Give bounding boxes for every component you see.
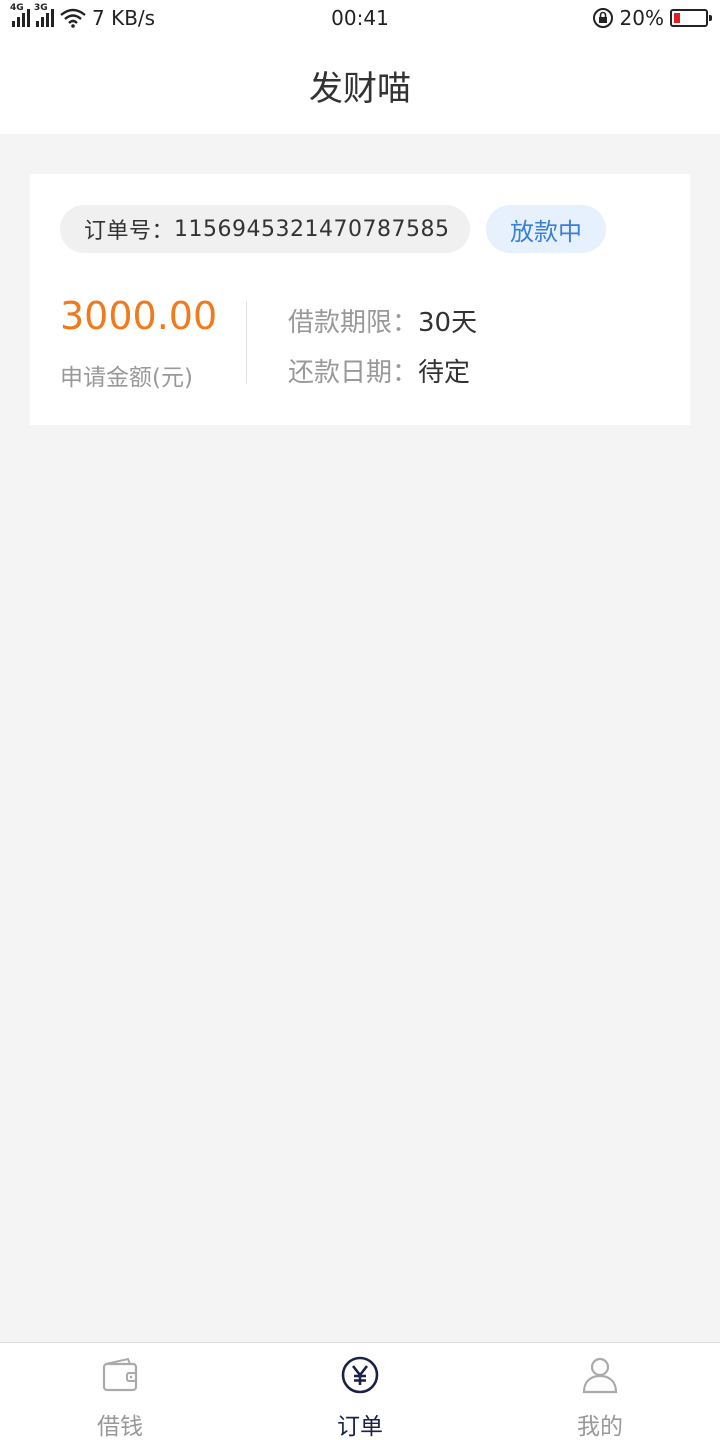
page-title: 发财喵 [309, 68, 411, 109]
order-number-pill: 订单号： 1156945321470787585 [60, 205, 470, 253]
app-header: 发财喵 [0, 36, 720, 134]
status-right: 20% [592, 6, 712, 30]
signal-3g-icon: 3G [34, 3, 54, 27]
loan-amount-label: 申请金额(元) [60, 365, 193, 391]
tab-borrow-label: 借钱 [97, 1414, 143, 1440]
vertical-divider [246, 301, 247, 383]
loan-term-value: 30天 [418, 308, 478, 338]
status-bar: 4G 3G 7 KB/s 00:41 20% [0, 0, 720, 36]
tab-orders-label: 订单 [337, 1414, 383, 1440]
tab-borrow[interactable]: 借钱 [0, 1343, 240, 1440]
wifi-icon [60, 8, 86, 28]
signal-4g-icon: 4G [10, 3, 30, 27]
tab-mine[interactable]: 我的 [480, 1343, 720, 1440]
rotation-lock-icon [592, 8, 613, 28]
repay-date-value: 待定 [418, 358, 471, 388]
repay-date-label: 还款日期： [288, 358, 419, 388]
bottom-tab-bar: 借钱 订单 我的 [0, 1342, 720, 1440]
order-card[interactable]: 订单号： 1156945321470787585 放款中 3000.00 申请金… [30, 174, 690, 425]
status-left: 4G 3G 7 KB/s [10, 3, 156, 30]
loan-term-label: 借款期限： [288, 308, 419, 338]
order-number-label: 订单号： [84, 219, 175, 244]
tab-orders[interactable]: 订单 [240, 1343, 480, 1440]
wallet-icon [99, 1355, 141, 1395]
loan-amount: 3000.00 [60, 294, 218, 338]
battery-icon [670, 9, 712, 27]
yen-circle-icon [339, 1355, 381, 1395]
network-speed: 7 KB/s [92, 6, 156, 30]
person-icon [579, 1355, 621, 1395]
status-badge: 放款中 [486, 205, 606, 253]
battery-percent: 20% [619, 6, 664, 30]
tab-mine-label: 我的 [577, 1414, 623, 1440]
repay-date-row: 还款日期： 待定 [288, 352, 470, 389]
battery-level [674, 13, 680, 23]
order-number-value: 1156945321470787585 [174, 216, 450, 242]
loan-term-row: 借款期限： 30天 [288, 302, 477, 339]
